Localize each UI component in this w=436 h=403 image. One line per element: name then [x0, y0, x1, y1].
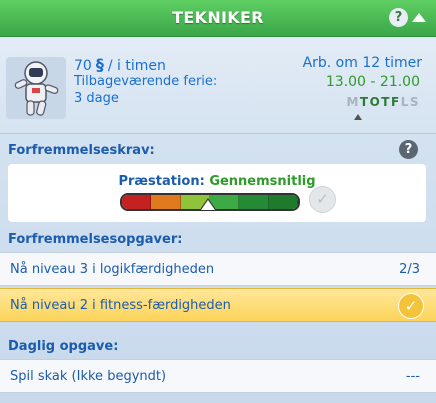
day-letter: L	[400, 95, 410, 109]
work-days: MTOTFLS	[346, 95, 420, 109]
performance-label: Præstation: Gennemsnitlig	[8, 174, 426, 189]
promotion-requirements-label: Forfremmelseskrav:	[8, 143, 155, 158]
work-hours: 13.00 - 21.00	[325, 74, 420, 90]
title-bar: Tekniker ?	[0, 0, 436, 37]
career-info: 70 § / i timen Tilbageværende ferie: 3 dag…	[0, 37, 436, 134]
simoleon-icon: §	[95, 55, 104, 74]
astronaut-icon	[6, 57, 66, 119]
performance-key: Præstation:	[118, 174, 205, 189]
pay-unit: / i timen	[107, 58, 166, 74]
meter-segment	[268, 195, 298, 209]
performance-marker-icon	[201, 200, 215, 210]
day-letter: T	[359, 95, 370, 109]
task-text: Nå niveau 2 i fitness-færdigheden	[10, 298, 231, 313]
meter-segment	[122, 195, 152, 209]
career-title: Tekniker	[172, 8, 264, 27]
performance-value: Gennemsnitlig	[209, 174, 316, 189]
day-letter: F	[390, 95, 401, 109]
pay-amount: 70	[74, 58, 92, 74]
check-icon: ✓	[309, 186, 336, 213]
meter-segment	[151, 195, 181, 209]
today-marker-icon	[354, 114, 362, 120]
daily-task-progress: ---	[405, 369, 420, 384]
task-text: Nå niveau 3 i logikfærdigheden	[10, 262, 215, 277]
task-progress: 2/3	[399, 262, 420, 277]
promotion-help-icon[interactable]: ?	[399, 140, 418, 159]
help-icon[interactable]: ?	[389, 8, 408, 27]
collapse-icon[interactable]	[412, 13, 426, 22]
day-letter: M	[346, 95, 360, 109]
vacation-label: Tilbageværende ferie:	[74, 74, 218, 89]
title-icons: ?	[389, 8, 426, 27]
task-row[interactable]: Nå niveau 3 i logikfærdigheden 2/3	[0, 252, 436, 286]
task-row-completed[interactable]: Nå niveau 2 i fitness-færdigheden ✓	[0, 288, 436, 322]
completed-check-icon: ✓	[398, 293, 424, 319]
vacation-value: 3 dage	[74, 91, 119, 106]
day-letter: O	[369, 95, 382, 109]
daily-task-text: Spil skak (Ikke begyndt)	[10, 369, 167, 384]
work-in-label: Arb. om 12 timer	[302, 55, 422, 71]
meter-segment	[239, 195, 269, 209]
day-letter: S	[409, 95, 420, 109]
promotion-tasks-label: Forfremmelsesopgaver:	[8, 232, 183, 247]
daily-task-label: Daglig opgave:	[8, 339, 119, 354]
performance-card: Præstation: Gennemsnitlig ✓	[8, 164, 426, 222]
day-letter: T	[381, 95, 391, 109]
pay-rate: 70 § / i timen	[74, 55, 166, 74]
daily-task-row[interactable]: Spil skak (Ikke begyndt) ---	[0, 359, 436, 393]
career-panel: Tekniker ? 70 § / i timen Tilbageværende f…	[0, 0, 436, 403]
